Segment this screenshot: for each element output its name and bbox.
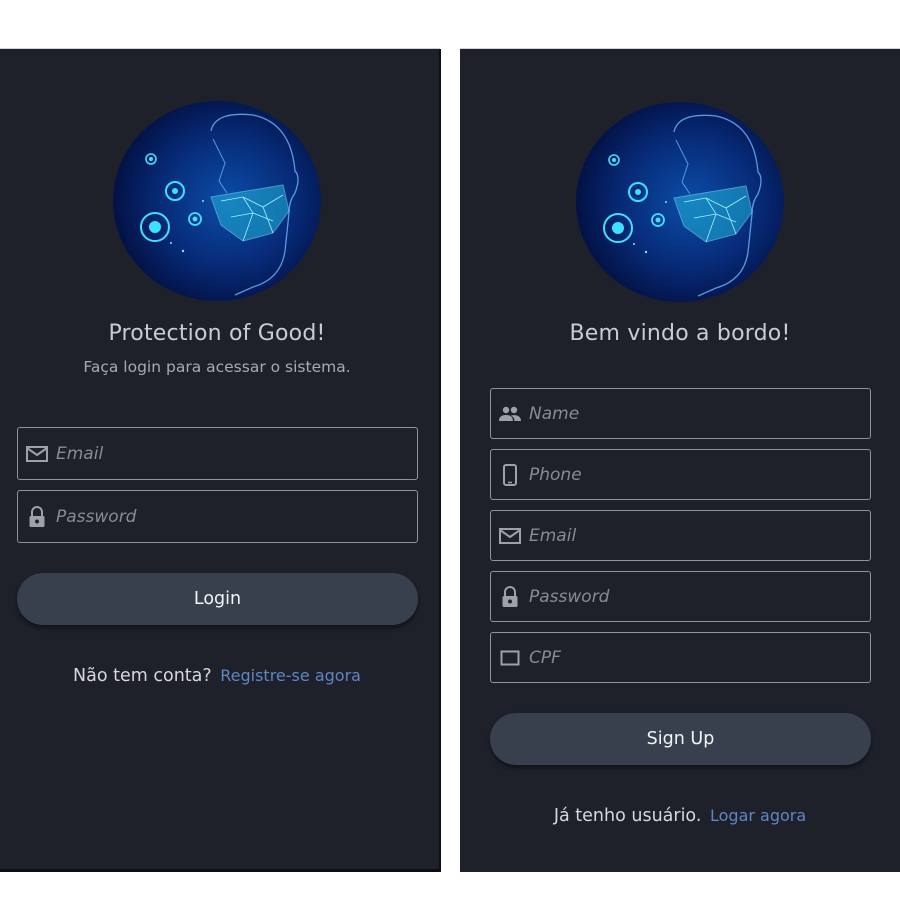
password-field[interactable]	[490, 571, 871, 622]
lock-icon	[499, 585, 521, 608]
page-subtitle: Faça login para acessar o sistema.	[83, 358, 351, 376]
phone-icon	[499, 463, 521, 486]
password-field[interactable]	[17, 490, 418, 543]
login-button[interactable]: Login	[17, 573, 418, 625]
signup-screen: Bem vindo a bordo! Sign Up Já tenho usuá…	[460, 49, 900, 872]
name-field[interactable]	[490, 388, 871, 439]
page-title: Protection of Good!	[108, 321, 326, 346]
people-icon	[499, 403, 521, 425]
page-title: Bem vindo a bordo!	[569, 321, 791, 346]
login-link[interactable]: Logar agora	[710, 806, 806, 825]
covid-mask-illustration	[576, 102, 784, 302]
register-prompt-text: Não tem conta?	[73, 666, 212, 686]
cpf-field[interactable]	[490, 632, 871, 683]
password-input[interactable]	[56, 506, 417, 527]
card-icon	[499, 647, 521, 669]
email-field[interactable]	[490, 510, 871, 561]
register-prompt: Não tem conta? Registre-se agora	[0, 666, 434, 686]
login-prompt-text: Já tenho usuário.	[553, 806, 702, 826]
phone-input[interactable]	[529, 464, 870, 485]
name-input[interactable]	[529, 403, 870, 424]
signup-button[interactable]: Sign Up	[490, 713, 871, 765]
email-field[interactable]	[17, 427, 418, 480]
register-link[interactable]: Registre-se agora	[220, 666, 361, 685]
login-screen: Protection of Good! Faça login para aces…	[0, 49, 441, 872]
login-prompt: Já tenho usuário. Logar agora	[460, 806, 900, 826]
lock-icon	[26, 505, 48, 528]
covid-mask-illustration	[113, 101, 321, 301]
cpf-input[interactable]	[529, 647, 870, 668]
mail-icon	[499, 525, 521, 547]
email-input[interactable]	[56, 443, 417, 464]
password-input[interactable]	[529, 586, 870, 607]
email-input[interactable]	[529, 525, 870, 546]
mail-icon	[26, 443, 48, 465]
phone-field[interactable]	[490, 449, 871, 500]
